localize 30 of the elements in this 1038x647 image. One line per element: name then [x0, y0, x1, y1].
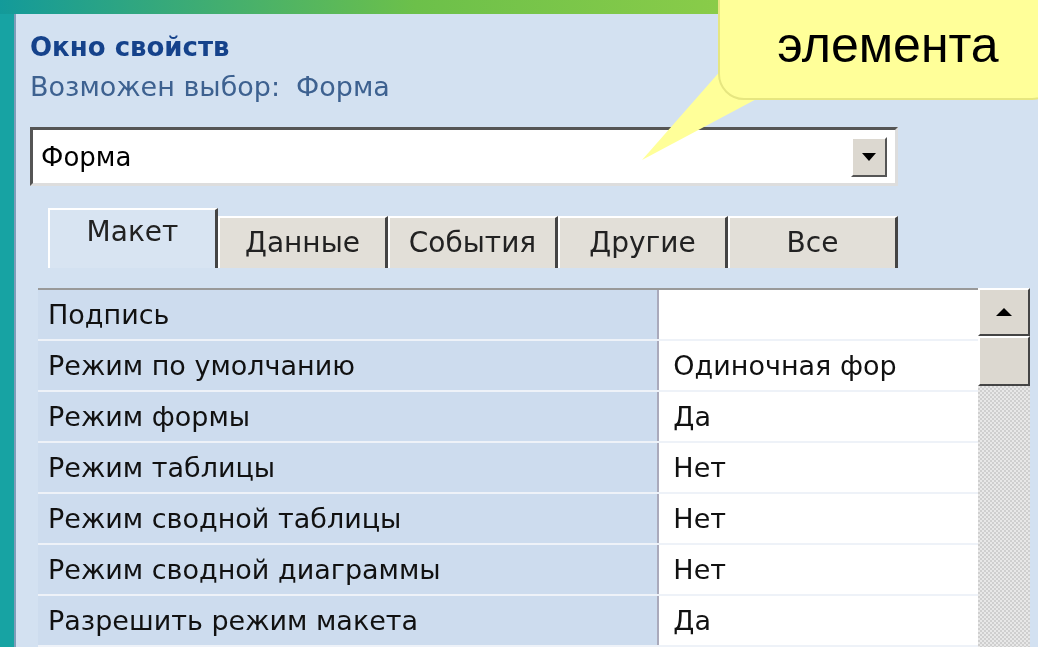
property-name: Режим таблицы — [38, 443, 660, 492]
tab[interactable]: Все — [728, 215, 898, 268]
scroll-up-button[interactable] — [978, 288, 1030, 336]
tab[interactable]: События — [388, 215, 558, 268]
property-name: Разрешить режим макета — [38, 596, 660, 645]
property-name: Подпись — [38, 290, 660, 339]
dropdown-arrow-icon — [861, 151, 877, 162]
property-value[interactable]: Нет — [659, 443, 978, 492]
callout-text: элемента — [777, 20, 999, 70]
dropdown-button[interactable] — [851, 136, 887, 177]
scroll-thumb[interactable] — [978, 336, 1030, 386]
panel-title: Окно свойств — [30, 32, 230, 64]
scrollbar[interactable] — [978, 288, 1030, 647]
object-dropdown[interactable]: Форма — [30, 127, 898, 186]
property-value[interactable]: Нет — [659, 545, 978, 594]
property-value[interactable]: Да — [659, 392, 978, 441]
selection-label: Возможен выбор: — [30, 70, 281, 104]
tab[interactable]: Макет — [48, 207, 218, 268]
property-value-field[interactable] — [659, 290, 978, 339]
property-value[interactable]: Нет — [659, 494, 978, 543]
property-name: Режим формы — [38, 392, 660, 441]
property-value[interactable]: Одиночная фор — [659, 341, 978, 390]
selection-value: Форма — [296, 70, 390, 104]
tab[interactable]: Другие — [558, 215, 728, 268]
property-value[interactable]: Да — [659, 596, 978, 645]
property-name: Режим по умолчанию — [38, 341, 660, 390]
property-name: Режим сводной таблицы — [38, 494, 660, 543]
up-arrow-icon — [995, 307, 1013, 317]
property-name: Режим сводной диаграммы — [38, 545, 660, 594]
tab[interactable]: Данные — [218, 215, 388, 268]
